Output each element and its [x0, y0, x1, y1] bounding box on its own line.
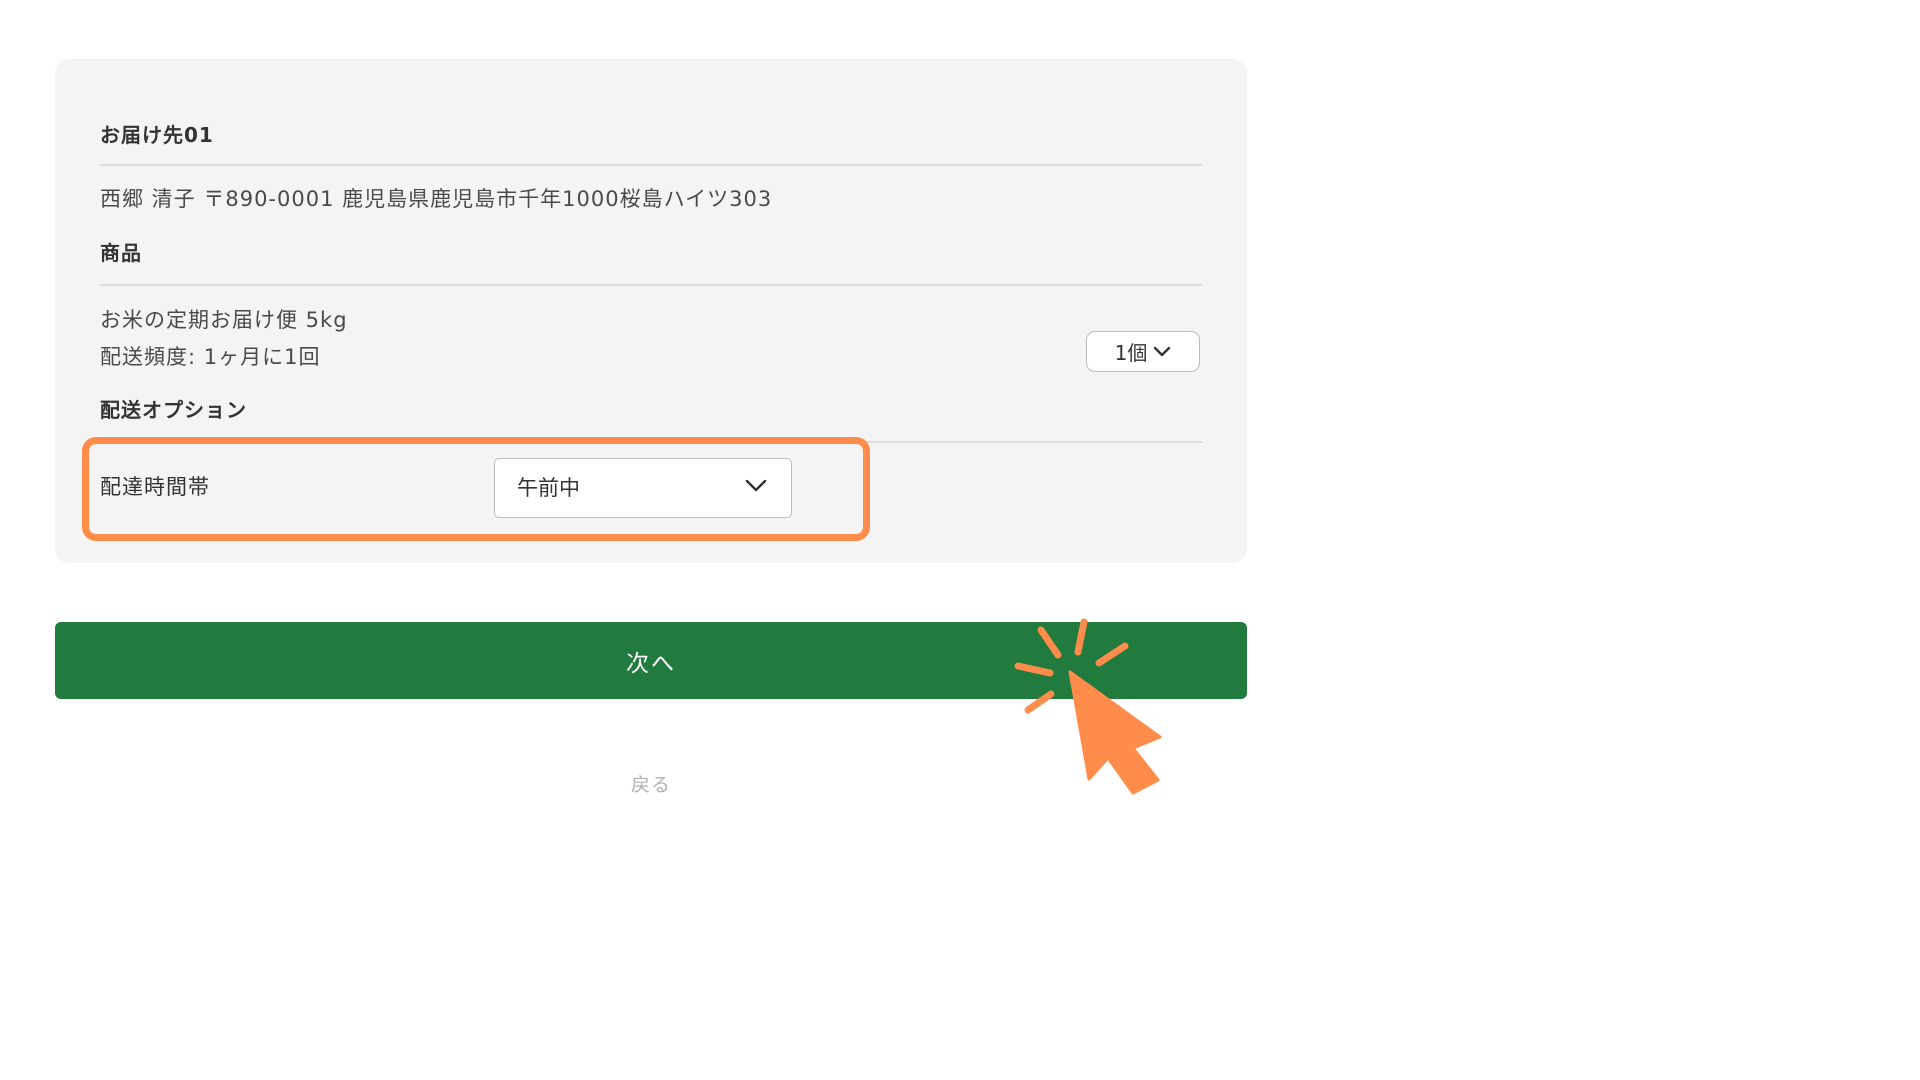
product-name: お米の定期お届け便 5kg: [100, 308, 348, 332]
product-section-title: 商品: [100, 241, 142, 265]
back-link-label: 戻る: [630, 774, 671, 796]
chevron-down-icon: [745, 479, 767, 492]
next-button-label: 次へ: [626, 650, 676, 677]
time-slot-select[interactable]: 午前中: [494, 458, 792, 518]
product-frequency: 配送頻度: 1ヶ月に1回: [100, 345, 321, 369]
quantity-value: 1個: [1114, 341, 1148, 365]
chevron-down-icon: [1154, 346, 1171, 356]
delivery-divider: [100, 164, 1202, 166]
time-slot-label: 配達時間帯: [100, 475, 210, 499]
next-button[interactable]: 次へ: [55, 622, 1247, 699]
delivery-section-title: お届け先01: [100, 123, 214, 147]
time-slot-value: 午前中: [517, 476, 580, 500]
product-divider: [100, 284, 1202, 286]
back-link[interactable]: 戻る: [0, 770, 1302, 797]
options-section-title: 配送オプション: [100, 398, 247, 422]
delivery-address: 西郷 清子 〒890-0001 鹿児島県鹿児島市千年1000桜島ハイツ303: [100, 187, 773, 211]
quantity-select[interactable]: 1個: [1086, 331, 1200, 372]
